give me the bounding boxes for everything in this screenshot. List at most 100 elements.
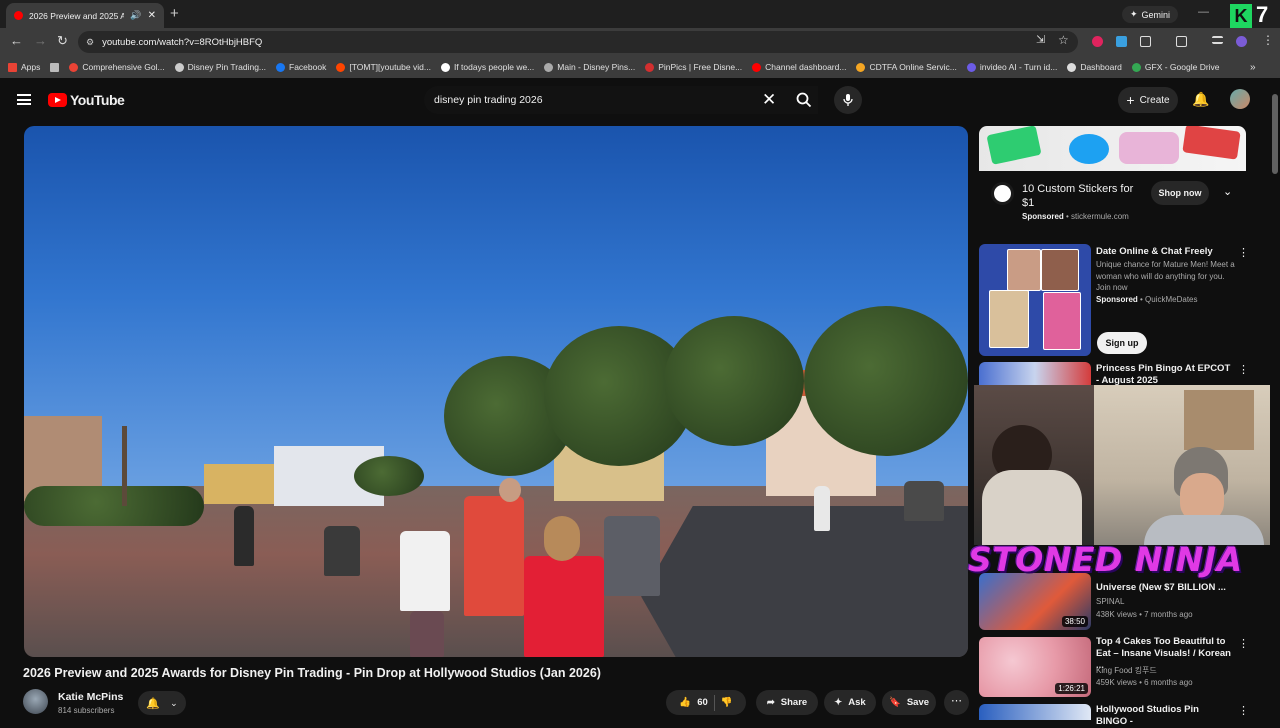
youtube-play-icon (48, 93, 67, 107)
video-person (604, 516, 660, 596)
chevron-down-icon[interactable]: ⌄ (1223, 185, 1232, 198)
brand-badge-number: 7 (1256, 2, 1269, 27)
bookmark-item[interactable]: PinPics | Free Disne... (645, 62, 742, 72)
video-tree (354, 456, 424, 496)
channel-avatar[interactable] (23, 689, 48, 714)
video-palm (122, 426, 127, 506)
browser-toolbar: ← → ↻ ⚙ youtube.com/watch?v=8ROtHbjHBFQ … (0, 28, 1280, 56)
youtube-logo[interactable]: YouTube (48, 92, 125, 108)
bookmark-item[interactable]: Facebook (276, 62, 326, 72)
more-actions-button[interactable]: ⋯ (944, 690, 969, 715)
apps-grid-icon (8, 62, 17, 72)
more-options-icon[interactable]: ⋮ (1238, 363, 1249, 376)
video-person (234, 506, 254, 566)
video-thumbnail[interactable] (979, 704, 1091, 720)
more-options-icon[interactable]: ⋮ (1238, 246, 1249, 259)
reload-icon[interactable]: ↻ (57, 33, 68, 49)
gemini-button[interactable]: ✦ Gemini (1122, 6, 1179, 23)
bookmark-item[interactable]: Dashboard (1067, 62, 1122, 72)
install-app-icon[interactable]: ⇲ (1036, 33, 1045, 46)
reading-list-icon[interactable] (1212, 36, 1223, 44)
video-person (904, 481, 944, 521)
bookmark-item[interactable]: [TOMT][youtube vid... (336, 62, 431, 72)
dislike-button[interactable]: 👎 (721, 697, 733, 708)
bookmark-star-icon[interactable]: ☆ (1058, 33, 1069, 47)
bookmark-item[interactable]: Apps (8, 62, 40, 72)
extensions-puzzle-icon[interactable] (1140, 36, 1151, 47)
share-button[interactable]: ➦ Share (756, 690, 818, 715)
create-button[interactable]: + Create (1118, 87, 1178, 113)
subscription-notifications-button[interactable]: 🔔 ⌄ (138, 691, 186, 715)
video-title[interactable]: Hollywood Studios Pin BINGO - (1096, 704, 1232, 728)
bookmarks-bar: Apps Comprehensive Gol... Disney Pin Tra… (0, 56, 1280, 78)
site-info-icon[interactable]: ⚙ (86, 37, 94, 48)
save-button[interactable]: 🔖 Save (882, 690, 936, 715)
page-scrollbar[interactable] (1270, 82, 1280, 720)
bookmark-item[interactable]: GFX - Google Drive (1131, 62, 1220, 72)
like-button[interactable]: 👍 60 (679, 697, 707, 708)
video-person (524, 556, 604, 657)
brand-badge-icon: K (1230, 4, 1252, 28)
notifications-bell-icon[interactable]: 🔔 (1192, 91, 1209, 108)
video-title[interactable]: Universe (New $7 BILLION ... (1096, 582, 1232, 594)
browser-tab[interactable]: 2026 Preview and 2025 Aw 🔊 ✕ (6, 3, 164, 28)
ad-thumbnail[interactable] (979, 244, 1091, 356)
tab-search-icon[interactable] (1176, 36, 1187, 47)
ad-title[interactable]: Date Online & Chat Freely (1096, 246, 1236, 258)
bookmark-item[interactable] (50, 62, 60, 72)
profile-icon[interactable] (1236, 36, 1247, 47)
bookmark-item[interactable]: Disney Pin Trading... (174, 62, 266, 72)
account-avatar[interactable] (1230, 89, 1250, 109)
video-tree (664, 316, 804, 446)
back-arrow-icon[interactable]: ← (10, 33, 23, 48)
favicon-icon (69, 62, 79, 72)
channel-name[interactable]: King Food 킹푸드 (1096, 665, 1157, 676)
speaker-icon[interactable]: 🔊 (130, 10, 141, 21)
bookmark-item[interactable]: Main - Disney Pins... (544, 62, 635, 72)
like-count: 60 (697, 697, 708, 708)
webcam-shelf (1184, 390, 1254, 450)
channel-name[interactable]: SPINAL (1096, 597, 1124, 606)
shop-now-button[interactable]: Shop now (1151, 181, 1209, 205)
ad-photo (1007, 249, 1041, 291)
sign-up-button[interactable]: Sign up (1097, 332, 1147, 354)
channel-name[interactable]: Katie McPins (58, 691, 123, 703)
video-title[interactable]: Princess Pin Bingo At EPCOT - August 202… (1096, 363, 1232, 387)
favicon-icon (544, 62, 554, 72)
video-thumbnail[interactable] (979, 362, 1091, 386)
window-minimize-icon[interactable]: — (1198, 6, 1209, 18)
menu-icon[interactable] (17, 94, 31, 105)
sponsored-ad-card[interactable]: 10 Custom Stickers for $1 Sponsored • st… (979, 171, 1246, 233)
voice-search-button[interactable] (834, 86, 862, 114)
address-bar[interactable]: ⚙ youtube.com/watch?v=8ROtHbjHBFQ (78, 31, 1078, 53)
bookmark-item[interactable]: invideo AI - Turn id... (966, 62, 1057, 72)
bookmark-item[interactable]: CDTFA Online Servic... (856, 62, 957, 72)
extension-icon[interactable] (1092, 36, 1103, 47)
video-thumbnail[interactable]: 38:50 (979, 573, 1091, 630)
bookmark-label: PinPics | Free Disne... (658, 62, 743, 72)
more-options-icon[interactable]: ⋮ (1238, 704, 1249, 717)
ad-banner-image[interactable] (979, 126, 1246, 171)
browser-menu-icon[interactable]: ⋮ (1262, 33, 1274, 47)
bookmark-item[interactable]: Channel dashboard... (752, 62, 846, 72)
bookmark-item[interactable]: If todays people we... (440, 62, 534, 72)
thumbs-up-icon: 👍 (679, 697, 692, 708)
search-input[interactable] (434, 94, 734, 106)
new-tab-icon[interactable]: + (170, 5, 179, 22)
extension-icon[interactable] (1116, 36, 1127, 47)
more-bookmarks-icon[interactable]: » (1250, 62, 1256, 73)
clear-search-icon[interactable]: ✕ (762, 90, 776, 110)
tab-close-icon[interactable]: ✕ (148, 10, 156, 21)
scrollbar-thumb[interactable] (1272, 94, 1278, 174)
video-player[interactable] (24, 126, 968, 657)
video-thumbnail[interactable]: 1:26:21 (979, 637, 1091, 697)
more-options-icon[interactable]: ⋮ (1238, 637, 1249, 650)
video-person (410, 611, 444, 657)
bookmark-label: Facebook (289, 62, 327, 72)
favicon-icon (1067, 62, 1077, 72)
search-button[interactable] (788, 86, 820, 114)
ask-button[interactable]: ✦ Ask (824, 690, 876, 715)
youtube-header: YouTube ✕ + Create 🔔 (0, 78, 1280, 122)
forward-arrow-icon[interactable]: → (34, 33, 47, 48)
bookmark-item[interactable]: Comprehensive Gol... (69, 62, 165, 72)
